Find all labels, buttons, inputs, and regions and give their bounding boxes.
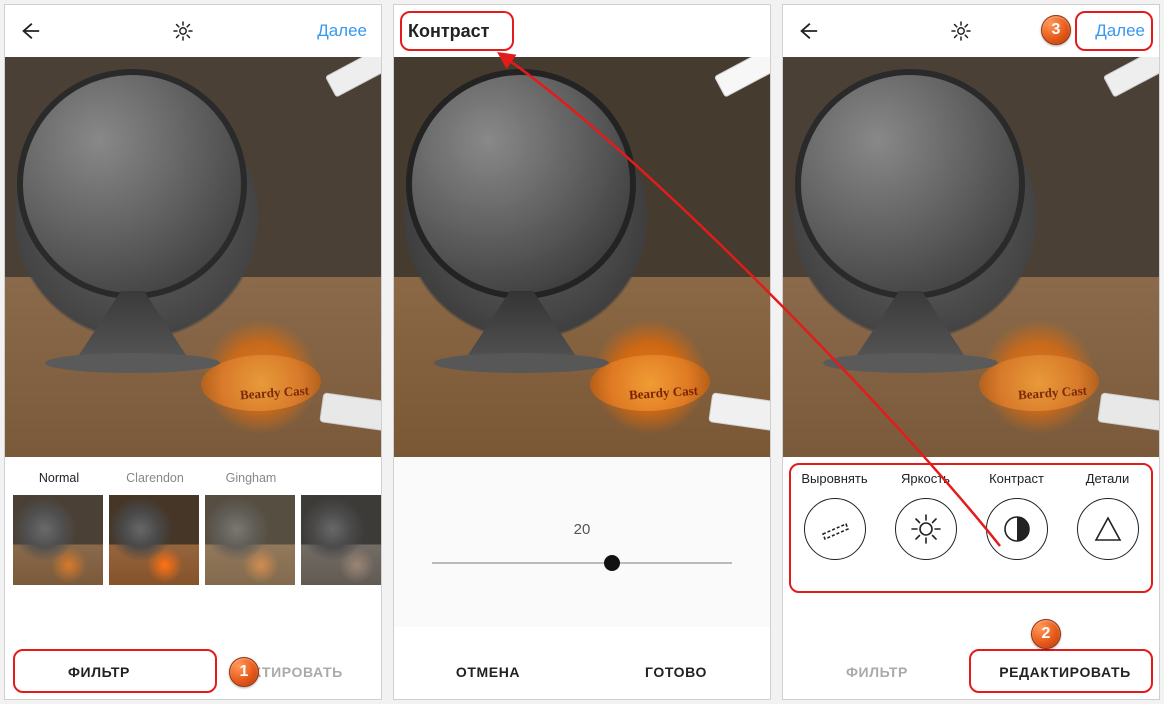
screen-filters: Далее Beardy Cast Normal Clarendon Gingh… [4, 4, 382, 700]
filter-thumb [13, 495, 103, 585]
filter-strip[interactable]: Normal Clarendon Gingham [5, 457, 381, 627]
filter-thumb [205, 495, 295, 585]
header: Далее [5, 5, 381, 57]
filter-label: Clarendon [109, 471, 201, 487]
lux-icon[interactable] [171, 19, 195, 43]
photo-preview: Beardy Cast [394, 57, 770, 457]
bottom-tabs: ФИЛЬТР РЕДАКТИРОВАТЬ [783, 645, 1159, 699]
filter-label: Normal [13, 471, 105, 487]
cancel-button[interactable]: ОТМЕНА [394, 645, 582, 699]
slider-thumb-icon[interactable] [604, 555, 620, 571]
filter-normal[interactable]: Normal [13, 471, 105, 627]
adjust-icon [804, 498, 866, 560]
tab-edit[interactable]: ДАКТИРОВАТЬ [193, 645, 381, 699]
back-icon[interactable] [19, 20, 41, 42]
tab-edit[interactable]: РЕДАКТИРОВАТЬ [971, 645, 1159, 699]
tool-label: Контраст [971, 471, 1062, 486]
brightness-icon [895, 498, 957, 560]
header: Далее [783, 5, 1159, 57]
filter-thumb [109, 495, 199, 585]
next-button[interactable]: Далее [317, 21, 367, 41]
filter-label: Gingham [205, 471, 297, 487]
photo-preview: Beardy Cast [5, 57, 381, 457]
slider-value: 20 [574, 521, 591, 538]
tool-label: Яркость [880, 471, 971, 486]
filter-gingham[interactable]: Gingham [205, 471, 297, 627]
contrast-slider[interactable] [432, 562, 732, 564]
tool-adjust[interactable]: Выровнять [789, 471, 880, 627]
filter-more[interactable] [301, 471, 381, 627]
screen-adjust-contrast: Контраст Beardy Cast 20 ОТМЕНА ГОТОВО [393, 4, 771, 700]
back-icon[interactable] [797, 20, 819, 42]
header: Контраст [394, 5, 770, 57]
filter-thumb [301, 495, 381, 585]
tool-contrast[interactable]: Контраст [971, 471, 1062, 627]
bottom-tabs: ОТМЕНА ГОТОВО [394, 645, 770, 699]
screen-edit-tools: Далее Beardy Cast Выровнять Яркость [782, 4, 1160, 700]
next-button[interactable]: Далее [1095, 21, 1145, 41]
structure-icon [1077, 498, 1139, 560]
contrast-icon [986, 498, 1048, 560]
tool-brightness[interactable]: Яркость [880, 471, 971, 627]
adjust-title: Контраст [408, 21, 490, 42]
tool-structure[interactable]: Детали [1062, 471, 1153, 627]
done-button[interactable]: ГОТОВО [582, 645, 770, 699]
filter-clarendon[interactable]: Clarendon [109, 471, 201, 627]
edit-tools-row: Выровнять Яркость Контраст [783, 457, 1159, 627]
photo-preview: Beardy Cast [783, 57, 1159, 457]
tool-label: Детали [1062, 471, 1153, 486]
tool-label: Выровнять [789, 471, 880, 486]
tab-filter[interactable]: ФИЛЬТР [783, 645, 971, 699]
lux-icon[interactable] [949, 19, 973, 43]
slider-area: 20 [394, 457, 770, 627]
filter-label [301, 471, 381, 487]
tab-filter[interactable]: ФИЛЬТР [5, 645, 193, 699]
bottom-tabs: ФИЛЬТР ДАКТИРОВАТЬ [5, 645, 381, 699]
